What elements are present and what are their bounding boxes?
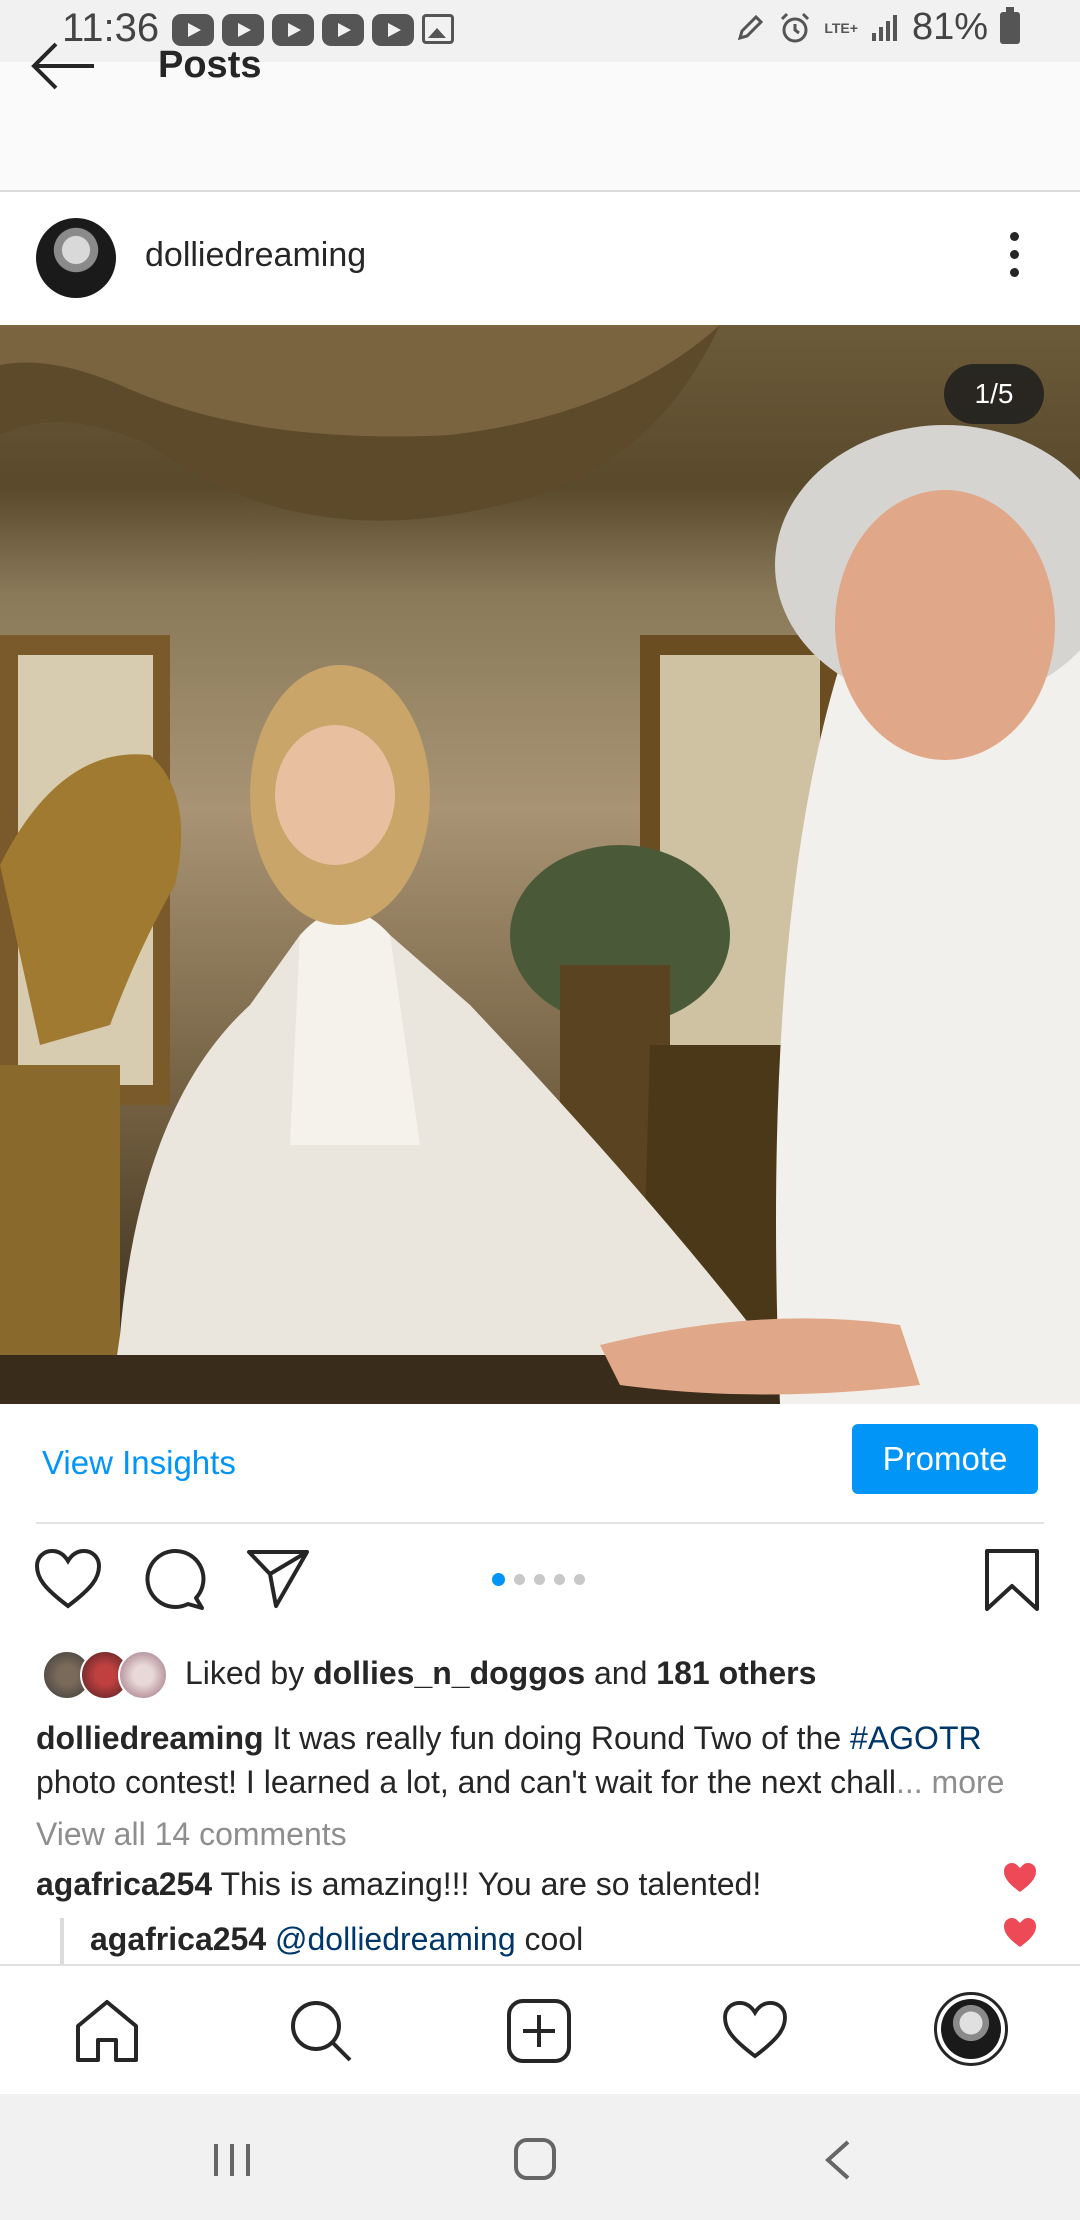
heart-filled-icon <box>1004 1863 1036 1892</box>
comment-button[interactable] <box>142 1548 206 1617</box>
youtube-notification-icon <box>272 14 314 46</box>
caption-username[interactable]: dolliedreaming <box>36 1720 264 1756</box>
save-button[interactable] <box>984 1548 1040 1617</box>
status-right: LTE+ 81% <box>734 6 1020 49</box>
like-button[interactable] <box>34 1548 102 1615</box>
search-icon <box>291 2001 352 2062</box>
caption-more-link[interactable]: ... more <box>896 1764 1004 1800</box>
liked-by-others[interactable]: 181 others <box>656 1655 816 1691</box>
post-photo-illustration <box>0 325 1080 1404</box>
nav-profile-button[interactable] <box>934 1992 1008 2066</box>
post-caption: dolliedreaming It was really fun doing R… <box>36 1716 1046 1804</box>
view-all-comments-link[interactable]: View all 14 comments <box>36 1816 347 1853</box>
chevron-left-icon <box>825 2140 850 2180</box>
post-author-avatar[interactable] <box>36 218 116 298</box>
recents-icon <box>214 2144 250 2176</box>
post-author-username[interactable]: dolliedreaming <box>145 236 366 275</box>
home-icon <box>76 2000 138 2062</box>
gallery-notification-icon <box>422 14 454 44</box>
nav-activity-button[interactable] <box>722 2000 788 2065</box>
back-system-button[interactable] <box>822 2138 852 2187</box>
comment-mention[interactable]: @dolliedreaming <box>275 1921 516 1957</box>
notification-icons <box>172 14 454 46</box>
carousel-dot <box>574 1574 585 1585</box>
share-button[interactable] <box>246 1548 310 1615</box>
post-options-button[interactable] <box>1010 232 1019 286</box>
heart-filled-icon <box>1004 1918 1036 1947</box>
battery-icon <box>1000 6 1020 44</box>
youtube-notification-icon <box>172 14 214 46</box>
pen-icon <box>738 14 764 40</box>
comment-username[interactable]: agafrica254 <box>90 1921 266 1957</box>
carousel-dot <box>492 1573 505 1586</box>
caption-text: It was really fun doing Round Two of the <box>272 1720 842 1756</box>
comment-like-button[interactable] <box>1002 1917 1038 1954</box>
carousel-dot <box>514 1574 525 1585</box>
youtube-notification-icon <box>222 14 264 46</box>
page-title: Posts <box>158 44 262 86</box>
view-insights-link[interactable]: View Insights <box>42 1444 236 1482</box>
heart-outline-icon <box>723 2000 787 2059</box>
liked-by-prefix: Liked by <box>185 1655 305 1691</box>
youtube-notification-icon <box>322 14 364 46</box>
nav-create-button[interactable] <box>506 1998 572 2069</box>
youtube-notification-icon <box>372 14 414 46</box>
comment-username[interactable]: agafrica254 <box>36 1866 212 1902</box>
battery-percent: 81% <box>911 6 988 48</box>
post-image[interactable] <box>0 325 1080 1404</box>
promote-button[interactable]: Promote <box>852 1424 1038 1494</box>
avatar <box>118 1650 168 1700</box>
comment-reply-row: agafrica254 @dolliedreaming cool <box>90 1921 583 1958</box>
speech-bubble-icon <box>145 1548 206 1610</box>
profile-avatar <box>941 1999 1001 2059</box>
recent-apps-button[interactable] <box>210 2140 254 2185</box>
home-system-button[interactable] <box>512 2136 558 2187</box>
carousel-dot <box>554 1574 565 1585</box>
liked-by-user[interactable]: dollies_n_doggos <box>313 1655 585 1691</box>
comment-text: cool <box>524 1921 584 1957</box>
alarm-icon <box>781 12 810 42</box>
kebab-menu-icon <box>1010 232 1019 241</box>
nav-search-button[interactable] <box>288 1998 354 2069</box>
reply-thread-line <box>60 1918 64 1964</box>
plus-square-icon <box>507 1999 571 2063</box>
comment-like-button[interactable] <box>1002 1862 1038 1899</box>
liked-by-and: and <box>594 1655 648 1691</box>
carousel-dot <box>534 1574 545 1585</box>
image-counter-badge: 1/5 <box>944 364 1044 424</box>
bookmark-icon <box>985 1549 1039 1611</box>
caption-hashtag[interactable]: #AGOTR <box>850 1720 982 1756</box>
nav-home-button[interactable] <box>74 1998 140 2069</box>
carousel-indicator <box>492 1573 585 1586</box>
arrow-left-icon <box>31 42 94 90</box>
signal-icon <box>871 14 897 41</box>
heart-outline-icon <box>34 1548 102 1609</box>
liked-by-text[interactable]: Liked by dollies_n_doggos and 181 others <box>185 1655 816 1692</box>
paper-plane-icon <box>247 1550 309 1608</box>
divider <box>36 1522 1044 1524</box>
back-button[interactable] <box>30 40 96 97</box>
home-square-icon <box>514 2138 556 2180</box>
caption-text-continued: photo contest! I learned a lot, and can'… <box>36 1764 896 1800</box>
comment-row: agafrica254 This is amazing!!! You are s… <box>36 1866 761 1903</box>
liked-by-avatars[interactable] <box>42 1650 168 1700</box>
network-type: LTE+ <box>824 19 858 36</box>
comment-text: This is amazing!!! You are so talented! <box>220 1866 762 1902</box>
